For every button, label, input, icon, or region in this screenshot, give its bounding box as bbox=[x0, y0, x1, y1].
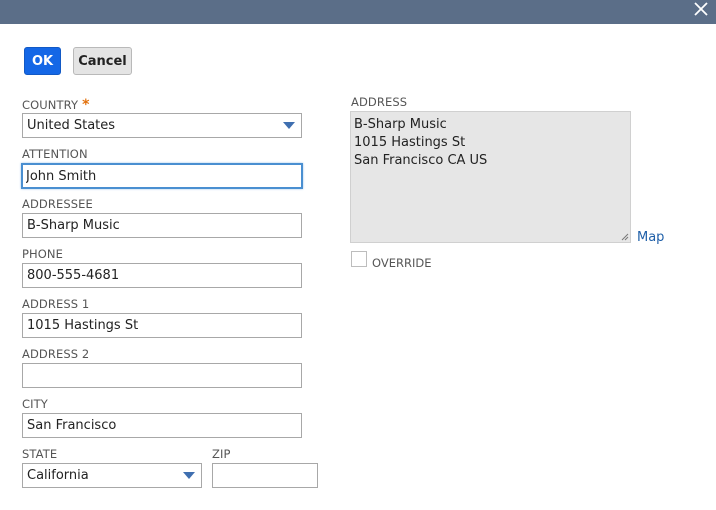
address2-label: ADDRESS 2 bbox=[22, 347, 90, 361]
zip-label: ZIP bbox=[212, 447, 231, 461]
attention-field[interactable] bbox=[21, 163, 303, 189]
resize-grip-icon[interactable] bbox=[621, 233, 629, 241]
state-value: California bbox=[27, 468, 89, 483]
address-textarea[interactable]: B-Sharp Music 1015 Hastings St San Franc… bbox=[350, 111, 631, 243]
phone-label: PHONE bbox=[22, 247, 64, 261]
phone-input[interactable] bbox=[27, 268, 301, 283]
address1-label: ADDRESS 1 bbox=[22, 297, 90, 311]
cancel-button[interactable]: Cancel bbox=[73, 47, 132, 75]
address-line: 1015 Hastings St bbox=[354, 135, 466, 150]
attention-label: ATTENTION bbox=[22, 147, 88, 161]
phone-field[interactable] bbox=[22, 263, 302, 288]
addressee-field[interactable] bbox=[22, 213, 302, 238]
country-label: COUNTRY * bbox=[22, 97, 90, 113]
zip-input[interactable] bbox=[217, 468, 317, 483]
override-label: OVERRIDE bbox=[372, 256, 432, 270]
address-line: B-Sharp Music bbox=[354, 117, 447, 132]
addressee-label: ADDRESSEE bbox=[22, 197, 93, 211]
address1-input[interactable] bbox=[27, 318, 301, 333]
dialog-titlebar bbox=[0, 0, 716, 24]
address-label: ADDRESS bbox=[351, 95, 408, 109]
chevron-down-icon[interactable] bbox=[283, 122, 295, 129]
country-value: United States bbox=[27, 118, 116, 133]
ok-button[interactable]: OK bbox=[24, 47, 61, 75]
chevron-down-icon[interactable] bbox=[183, 472, 195, 479]
city-field[interactable] bbox=[22, 413, 302, 438]
state-label: STATE bbox=[22, 447, 58, 461]
close-icon[interactable] bbox=[692, 0, 710, 18]
country-select[interactable]: United States bbox=[22, 113, 302, 138]
country-label-text: COUNTRY bbox=[22, 98, 79, 112]
address2-field[interactable] bbox=[22, 363, 302, 388]
address2-input[interactable] bbox=[27, 368, 301, 383]
required-marker: * bbox=[82, 97, 90, 113]
map-link[interactable]: Map bbox=[637, 230, 664, 245]
zip-field[interactable] bbox=[212, 463, 318, 488]
addressee-input[interactable] bbox=[27, 218, 301, 233]
attention-input[interactable] bbox=[26, 168, 301, 184]
city-input[interactable] bbox=[27, 418, 301, 433]
address1-field[interactable] bbox=[22, 313, 302, 338]
state-select[interactable]: California bbox=[22, 463, 202, 488]
override-checkbox[interactable] bbox=[351, 251, 367, 267]
city-label: CITY bbox=[22, 397, 48, 411]
address-line: San Francisco CA US bbox=[354, 153, 488, 168]
